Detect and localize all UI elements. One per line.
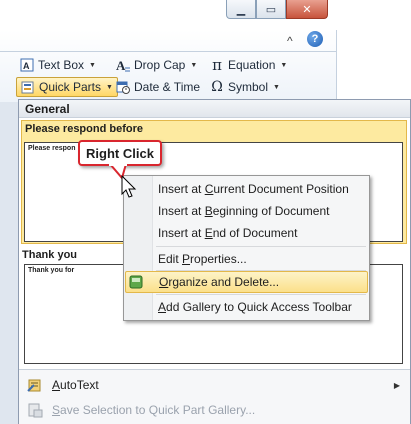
svg-text:A: A: [116, 58, 126, 72]
save-selection-label: Save Selection to Quick Part Gallery...: [52, 403, 256, 417]
maximize-icon: ▭: [265, 3, 277, 16]
date-time-button[interactable]: Date & Time: [112, 77, 204, 97]
drop-cap-label: Drop Cap: [134, 58, 186, 72]
save-to-gallery-icon: [26, 401, 44, 419]
maximize-button[interactable]: ▭: [256, 0, 286, 19]
svg-text:A: A: [23, 61, 30, 71]
insert-current-position-item[interactable]: Insert at Current Document Position: [125, 178, 368, 200]
gallery-category-header: General: [19, 100, 410, 118]
gallery-item-title[interactable]: Thank you: [22, 249, 77, 261]
insert-beginning-item[interactable]: Insert at Beginning of Document: [125, 200, 368, 222]
organize-icon: [129, 275, 143, 289]
minimize-button[interactable]: ▁: [226, 0, 256, 19]
menu-separator: [156, 294, 366, 295]
equation-button[interactable]: π Equation ▼: [206, 55, 291, 75]
symbol-label: Symbol: [228, 80, 269, 94]
preview-text: Thank you for: [28, 267, 75, 274]
save-selection-menu-item[interactable]: Save Selection to Quick Part Gallery...: [20, 398, 408, 422]
text-box-button[interactable]: A Text Box ▼: [16, 55, 100, 75]
chevron-down-icon: ▼: [89, 61, 96, 69]
edit-properties-item[interactable]: Edit Properties...: [125, 248, 368, 270]
autotext-menu-item[interactable]: AutoText ▶: [20, 373, 408, 397]
collapse-ribbon-icon[interactable]: ^: [287, 34, 293, 48]
chevron-down-icon: ▼: [280, 61, 288, 69]
text-box-label: Text Box: [38, 58, 85, 72]
symbol-button[interactable]: Ω Symbol ▼: [206, 77, 284, 97]
drop-cap-button[interactable]: A Drop Cap ▼: [112, 55, 201, 75]
omega-icon: Ω: [211, 79, 223, 95]
quick-parts-icon: [21, 80, 35, 94]
preview-text: Please respon: [28, 145, 76, 152]
autotext-icon: [26, 376, 44, 394]
quick-parts-label: Quick Parts: [39, 80, 102, 94]
drop-cap-icon: A: [116, 58, 130, 72]
text-box-icon: A: [20, 58, 34, 72]
calendar-clock-icon: [116, 80, 130, 94]
quick-parts-button[interactable]: Quick Parts ▼: [16, 77, 118, 97]
insert-end-item[interactable]: Insert at End of Document: [125, 222, 368, 244]
pi-icon: π: [212, 56, 222, 74]
document-edge: [0, 102, 19, 424]
ribbon-divider: [0, 51, 336, 52]
help-icon[interactable]: ?: [307, 31, 323, 47]
close-icon: ✕: [302, 3, 312, 16]
autotext-label: AutoText: [52, 378, 99, 392]
submenu-arrow-icon: ▶: [393, 380, 400, 390]
minimize-icon: ▁: [236, 3, 246, 16]
right-click-callout: Right Click: [78, 140, 162, 166]
chevron-down-icon: ▼: [273, 83, 280, 91]
window-controls: ▁ ▭ ✕: [226, 0, 328, 21]
date-time-label: Date & Time: [134, 80, 201, 94]
gallery-item-title: Please respond before: [25, 123, 143, 135]
close-button[interactable]: ✕: [286, 0, 328, 19]
organize-delete-item[interactable]: Organize and Delete...: [125, 271, 368, 293]
add-gallery-qat-item[interactable]: Add Gallery to Quick Access Toolbar: [125, 296, 368, 318]
mouse-cursor-icon: [121, 175, 137, 198]
chevron-down-icon: ▼: [190, 61, 198, 69]
menu-separator: [156, 246, 366, 247]
equation-label: Equation: [228, 58, 276, 72]
